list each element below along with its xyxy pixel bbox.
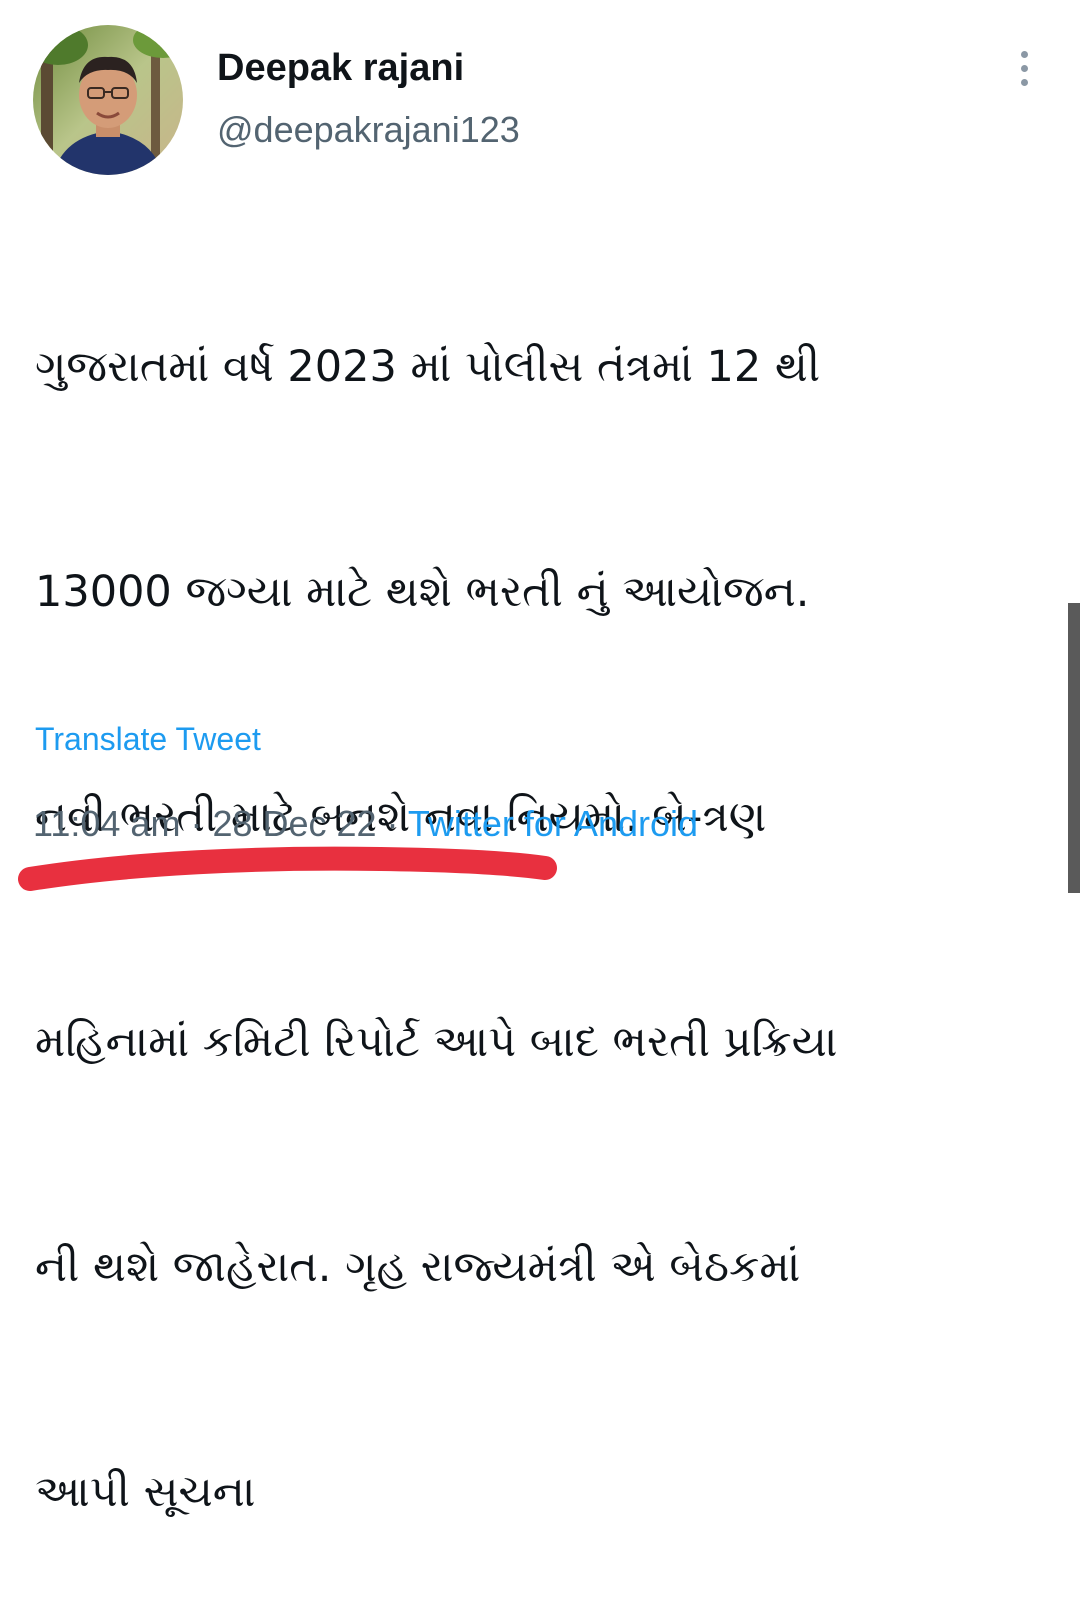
dot xyxy=(1020,78,1028,86)
scrollbar[interactable] xyxy=(1068,603,1080,893)
avatar[interactable] xyxy=(33,25,183,175)
display-name[interactable]: Deepak rajani xyxy=(217,44,464,92)
dot xyxy=(1020,64,1028,72)
red-underline-annotation xyxy=(18,846,557,891)
tweet-text-line: આપી સૂચના xyxy=(35,1467,256,1517)
avatar-photo xyxy=(33,25,183,175)
dot xyxy=(1020,50,1028,58)
more-vertical-icon[interactable] xyxy=(1005,45,1043,91)
tweet-text-line: ગુજરાતમાં વર્ષ 2023 માં પોલીસ તંત્રમાં 1… xyxy=(35,342,821,392)
tweet-text-line: 13000 જગ્યા માટે થશે ભરતી નું આયોજન. xyxy=(35,567,810,617)
tweet-text-line: ની થશે જાહેરાત. ગૃહ રાજ્યમંત્રી એ બેઠકમા… xyxy=(35,1242,801,1292)
tweet-text-line: મહિનામાં કમિટી રિપોર્ટ આપે બાદ ભરતી પ્રક… xyxy=(35,1017,838,1067)
user-handle[interactable]: @deepakrajani123 xyxy=(217,107,520,153)
translate-tweet-link[interactable]: Translate Tweet xyxy=(35,718,261,760)
